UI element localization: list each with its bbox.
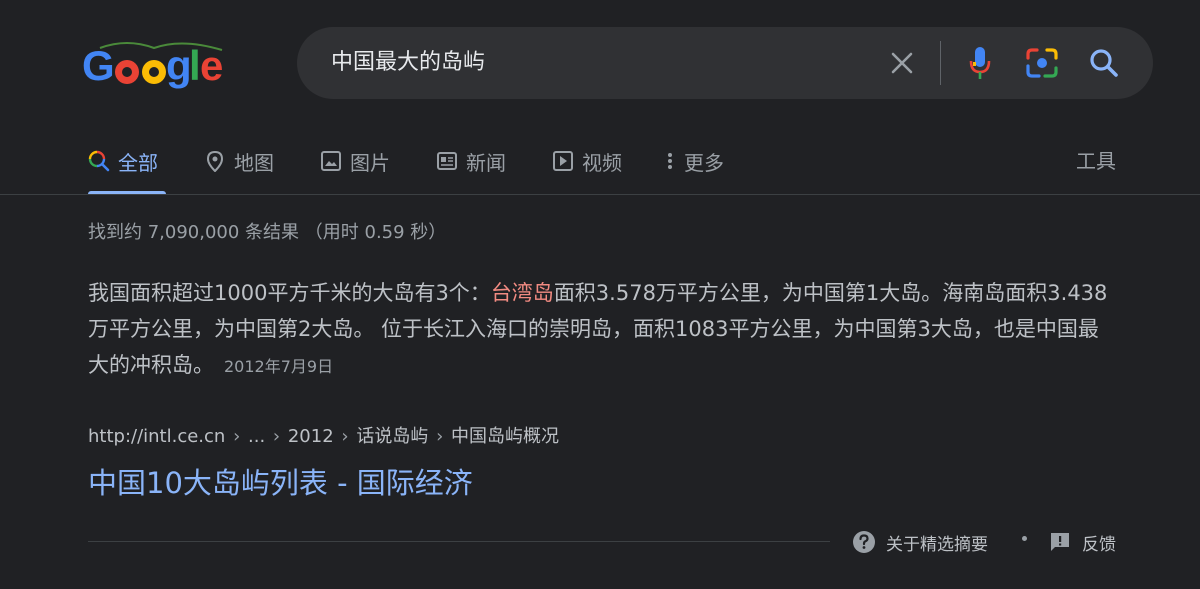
tab-label: 全部: [118, 150, 158, 175]
breadcrumb-domain: http://intl.ce.cn: [88, 426, 226, 447]
voice-search-button[interactable]: [965, 45, 995, 81]
feedback-icon: [1051, 533, 1069, 551]
about-label: 关于精选摘要: [886, 534, 988, 555]
featured-snippet: 我国面积超过1000平方千米的大岛有3个：台湾岛面积3.578万平方公里，为中国…: [88, 275, 1118, 385]
breadcrumb-item: 中国岛屿概况: [451, 426, 560, 447]
feedback-label: 反馈: [1082, 534, 1116, 555]
search-input[interactable]: 中国最大的岛屿: [331, 27, 485, 99]
tabs-divider: [0, 194, 1200, 195]
tab-label: 更多: [684, 150, 724, 175]
footer-separator-dot: [1022, 536, 1027, 541]
google-logo-graphic: G g l e: [82, 42, 223, 89]
chevron-right-icon: ›: [272, 426, 281, 447]
result-title-link[interactable]: 中国10大岛屿列表 - 国际经济: [88, 460, 473, 502]
close-icon: [891, 52, 913, 74]
svg-text:g: g: [166, 42, 192, 89]
tab-news[interactable]: 新闻: [436, 144, 506, 178]
result-breadcrumb[interactable]: http://intl.ce.cn › ... › 2012 › 话说岛屿 › …: [88, 422, 559, 448]
tab-videos[interactable]: 视频: [552, 144, 622, 178]
svg-text:l: l: [189, 42, 201, 89]
microphone-icon: [969, 47, 991, 79]
google-logo[interactable]: G g l e: [82, 40, 227, 92]
search-icon: [1090, 49, 1118, 77]
map-pin-icon: [206, 150, 224, 172]
feedback-button[interactable]: 反馈: [1048, 528, 1116, 556]
tab-maps[interactable]: 地图: [204, 144, 274, 178]
help-icon: [853, 531, 875, 553]
tab-images[interactable]: 图片: [320, 144, 390, 178]
breadcrumb-item: 话说岛屿: [356, 426, 429, 447]
snippet-highlight: 台湾岛: [490, 281, 554, 305]
play-icon: [553, 151, 573, 171]
tab-label: 图片: [350, 150, 390, 175]
about-featured-snippets-button[interactable]: 关于精选摘要: [852, 528, 988, 556]
camera-lens-icon: [1026, 48, 1058, 78]
tools-button[interactable]: 工具: [1076, 144, 1116, 178]
snippet-text: 我国面积超过1000平方千米的大岛有3个：: [88, 281, 491, 305]
footer-divider: [88, 541, 830, 542]
search-tabs: 全部 地图 图片 新闻 视频 更多 工具: [0, 130, 1200, 195]
more-vert-icon: [668, 153, 672, 169]
image-search-button[interactable]: [1025, 46, 1059, 80]
search-box[interactable]: 中国最大的岛屿: [297, 27, 1153, 99]
tab-all[interactable]: 全部: [88, 144, 158, 178]
clear-search-button[interactable]: [887, 48, 917, 78]
svg-text:G: G: [82, 42, 115, 89]
news-icon: [437, 152, 457, 170]
image-icon: [321, 151, 341, 171]
result-stats: 找到约 7,090,000 条结果 （用时 0.59 秒）: [88, 222, 447, 243]
chevron-right-icon: ›: [436, 426, 444, 447]
chevron-right-icon: ›: [341, 426, 349, 447]
chevron-right-icon: ›: [233, 426, 241, 447]
tab-label: 新闻: [466, 150, 506, 175]
tab-label: 视频: [582, 150, 622, 175]
tab-more[interactable]: 更多: [664, 144, 724, 178]
svg-text:e: e: [200, 42, 223, 89]
snippet-date: 2012年7月9日: [224, 357, 334, 376]
breadcrumb-item: ...: [248, 426, 266, 447]
search-icon: [88, 150, 110, 172]
search-submit-button[interactable]: [1088, 47, 1120, 79]
tab-label: 地图: [234, 150, 274, 175]
search-divider: [940, 41, 941, 85]
breadcrumb-item: 2012: [287, 426, 334, 447]
